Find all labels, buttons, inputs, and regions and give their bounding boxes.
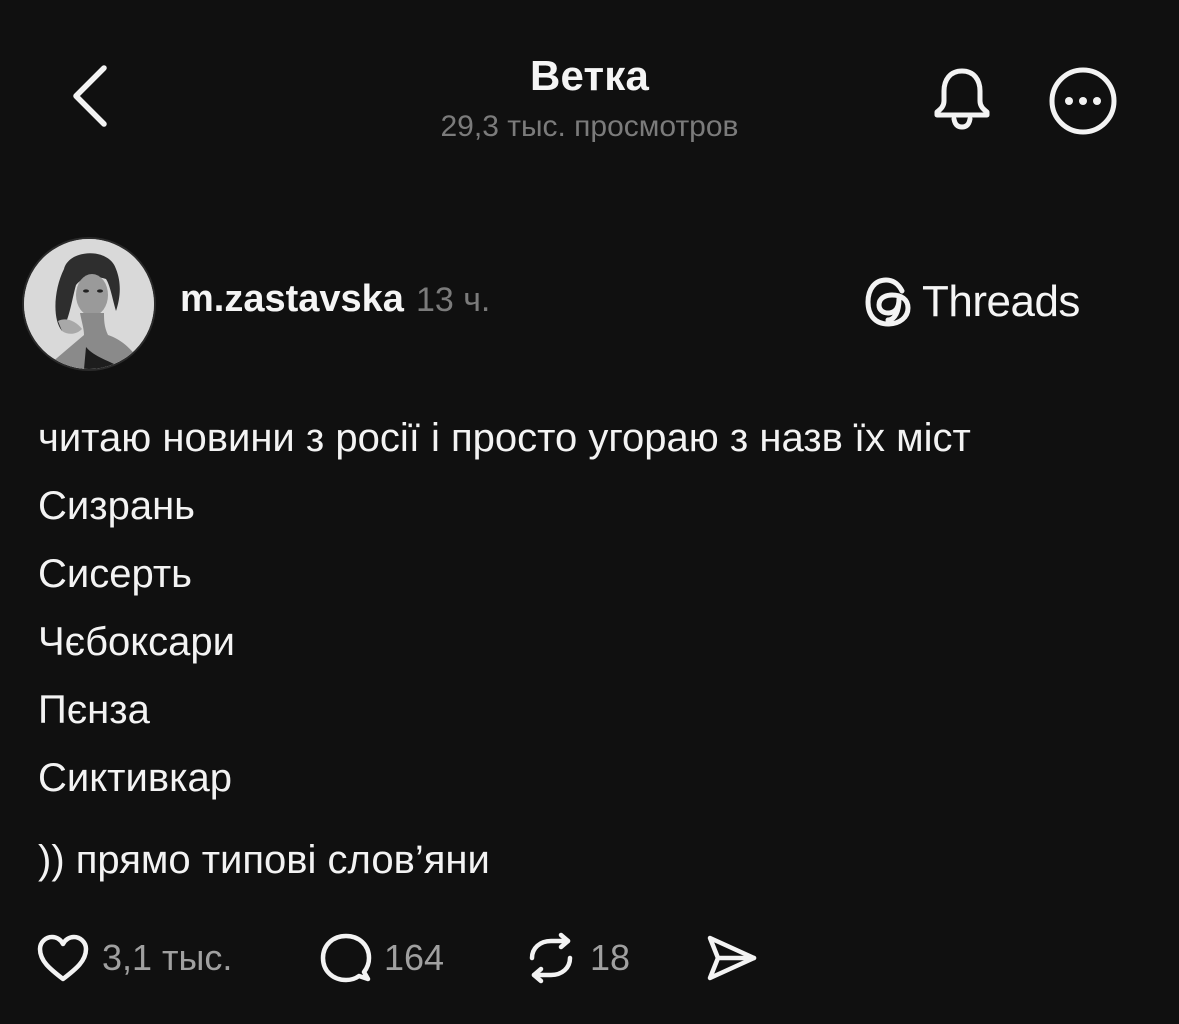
share-button[interactable] (704, 928, 758, 988)
send-icon (707, 935, 757, 981)
post-text-line: Чєбоксари (38, 620, 236, 664)
avatar[interactable] (24, 239, 154, 369)
threads-logo-icon (865, 277, 911, 327)
heart-icon (37, 934, 89, 982)
post-time: 13 ч. (415, 281, 491, 319)
threads-brand: Threads (864, 275, 1080, 329)
post-text-closing: )) прямо типові слов’яни (38, 838, 490, 882)
post-text-line: Сисерть (38, 552, 193, 596)
post-text-line: Пєнза (38, 688, 150, 732)
notifications-button[interactable] (924, 60, 1000, 136)
post-text-line: читаю новини з росії і просто угораю з н… (38, 416, 971, 460)
comment-count: 164 (384, 937, 445, 978)
like-button[interactable]: 3,1 тыс. (36, 928, 232, 988)
repost-button[interactable]: 18 (524, 928, 630, 988)
repost-count: 18 (590, 937, 631, 978)
repost-icon (529, 932, 573, 984)
thread-screen: Ветка 29,3 тыс. просмотров m.zastavska 1… (0, 0, 1179, 1024)
author-line: m.zastavska 13 ч. (180, 278, 490, 321)
like-count: 3,1 тыс. (102, 937, 233, 978)
more-horizontal-icon (1049, 67, 1117, 135)
more-options-button[interactable] (1044, 62, 1122, 140)
action-bar: 3,1 тыс. 164 18 (36, 928, 1136, 988)
page-title: Ветка (529, 52, 650, 99)
threads-brand-label: Threads (922, 277, 1080, 326)
avatar-photo (24, 239, 154, 369)
comment-icon (320, 933, 372, 983)
comment-button[interactable]: 164 (320, 928, 444, 988)
bell-icon (934, 68, 990, 130)
username[interactable]: m.zastavska (180, 278, 404, 321)
view-count: 29,3 тыс. просмотров (440, 110, 739, 143)
post-text: читаю новини з росії і просто угораю з н… (38, 404, 1158, 894)
post-text-line: Сизрань (38, 484, 195, 528)
post-text-line: Сиктивкар (38, 756, 232, 800)
